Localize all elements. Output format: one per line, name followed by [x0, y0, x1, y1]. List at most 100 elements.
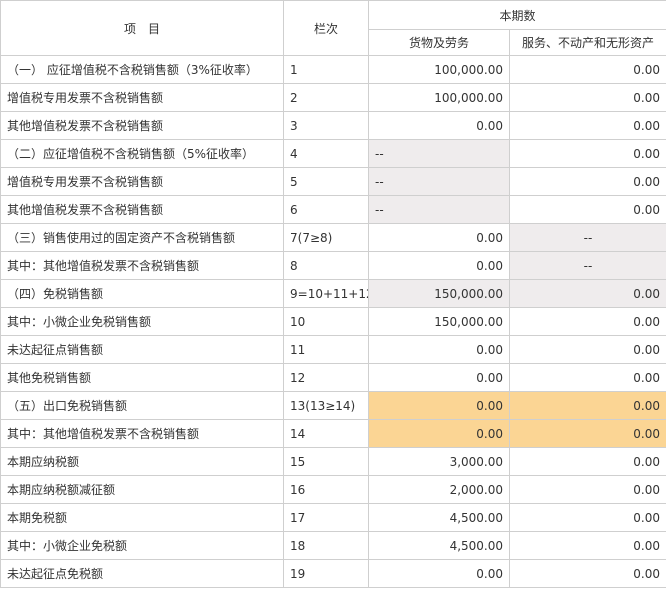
- table-row: 未达起征点销售额 11 0.00 0.00: [0, 335, 666, 364]
- header-services-property: 服务、不动产和无形资产: [508, 29, 666, 56]
- table-row: 本期应纳税额 15 3,000.00 0.00: [0, 447, 666, 476]
- table-row: 其中：小微企业免税销售额 10 150,000.00 0.00: [0, 307, 666, 336]
- row-item-label: 本期应纳税额: [0, 447, 284, 476]
- table-row: 其他增值税发票不含税销售额 3 0.00 0.00: [0, 111, 666, 140]
- goods-amount-cell: --: [368, 195, 510, 224]
- row-seq: 2: [283, 83, 369, 112]
- goods-amount-cell[interactable]: 0.00: [368, 559, 510, 588]
- goods-amount-cell[interactable]: 0.00: [368, 363, 510, 392]
- row-seq: 9=10+11+12: [283, 279, 369, 308]
- goods-amount-cell[interactable]: 4,500.00: [368, 531, 510, 560]
- row-item-label: 未达起征点免税额: [0, 559, 284, 588]
- services-amount-cell[interactable]: 0.00: [508, 391, 666, 420]
- goods-amount-cell[interactable]: 0.00: [368, 111, 510, 140]
- services-amount-cell[interactable]: 0.00: [508, 363, 666, 392]
- goods-amount-cell[interactable]: 100,000.00: [368, 55, 510, 84]
- goods-amount-cell[interactable]: 4,500.00: [368, 503, 510, 532]
- row-item-label: 其中：其他增值税发票不含税销售额: [0, 251, 284, 280]
- services-amount-cell[interactable]: 0.00: [508, 307, 666, 336]
- row-item-label: （五）出口免税销售额: [0, 391, 284, 420]
- row-seq: 6: [283, 195, 369, 224]
- table-row: 增值税专用发票不含税销售额 5 -- 0.00: [0, 167, 666, 196]
- goods-amount-cell[interactable]: 2,000.00: [368, 475, 510, 504]
- table-row: 增值税专用发票不含税销售额 2 100,000.00 0.00: [0, 83, 666, 112]
- table-row: 其中：小微企业免税额 18 4,500.00 0.00: [0, 531, 666, 560]
- row-item-label: 未达起征点销售额: [0, 335, 284, 364]
- table-row: 本期免税额 17 4,500.00 0.00: [0, 503, 666, 532]
- row-item-label: 其他增值税发票不含税销售额: [0, 195, 284, 224]
- row-seq: 4: [283, 139, 369, 168]
- table-row: 本期应纳税额减征额 16 2,000.00 0.00: [0, 475, 666, 504]
- table-row: 其中：其他增值税发票不含税销售额 8 0.00 --: [0, 251, 666, 280]
- row-item-label: 本期免税额: [0, 503, 284, 532]
- row-seq: 1: [283, 55, 369, 84]
- services-amount-cell[interactable]: 0.00: [508, 83, 666, 112]
- row-item-label: （二）应征增值税不含税销售额（5%征收率）: [0, 139, 284, 168]
- goods-amount-cell[interactable]: 3,000.00: [368, 447, 510, 476]
- services-amount-cell[interactable]: 0.00: [508, 475, 666, 504]
- table-row: （四）免税销售额 9=10+11+12 150,000.00 0.00: [0, 279, 666, 308]
- row-item-label: 本期应纳税额减征额: [0, 475, 284, 504]
- row-seq: 13(13≥14): [283, 391, 369, 420]
- row-item-label: 增值税专用发票不含税销售额: [0, 83, 284, 112]
- row-seq: 10: [283, 307, 369, 336]
- goods-amount-cell[interactable]: 0.00: [368, 335, 510, 364]
- services-amount-cell[interactable]: 0.00: [508, 447, 666, 476]
- row-item-label: （四）免税销售额: [0, 279, 284, 308]
- row-seq: 11: [283, 335, 369, 364]
- table-row: 其他增值税发票不含税销售额 6 -- 0.00: [0, 195, 666, 224]
- table-row: 其他免税销售额 12 0.00 0.00: [0, 363, 666, 392]
- row-item-label: （一） 应征增值税不含税销售额（3%征收率）: [0, 55, 284, 84]
- goods-amount-cell: --: [368, 139, 510, 168]
- goods-amount-cell: 150,000.00: [368, 279, 510, 308]
- row-seq: 16: [283, 475, 369, 504]
- tax-return-table: 项 目 栏次 本期数 货物及劳务 服务、不动产和无形资产 （一） 应征增值税不含…: [0, 0, 666, 588]
- table-body: （一） 应征增值税不含税销售额（3%征收率） 1 100,000.00 0.00 增值税…: [0, 55, 666, 588]
- row-seq: 5: [283, 167, 369, 196]
- goods-amount-cell[interactable]: 0.00: [368, 419, 510, 448]
- row-seq: 12: [283, 363, 369, 392]
- services-amount-cell[interactable]: 0.00: [508, 335, 666, 364]
- header-goods-services: 货物及劳务: [368, 29, 510, 56]
- services-amount-cell[interactable]: 0.00: [508, 167, 666, 196]
- row-seq: 19: [283, 559, 369, 588]
- services-amount-cell[interactable]: 0.00: [508, 55, 666, 84]
- services-amount-cell: --: [508, 223, 666, 252]
- goods-amount-cell[interactable]: 0.00: [368, 223, 510, 252]
- table-row: 其中：其他增值税发票不含税销售额 14 0.00 0.00: [0, 419, 666, 448]
- header-seq: 栏次: [283, 0, 369, 56]
- row-item-label: 其中：小微企业免税额: [0, 531, 284, 560]
- services-amount-cell[interactable]: 0.00: [508, 419, 666, 448]
- row-item-label: 其中：小微企业免税销售额: [0, 307, 284, 336]
- row-seq: 3: [283, 111, 369, 140]
- row-seq: 7(7≥8): [283, 223, 369, 252]
- row-item-label: （三）销售使用过的固定资产不含税销售额: [0, 223, 284, 252]
- row-seq: 14: [283, 419, 369, 448]
- services-amount-cell: --: [508, 251, 666, 280]
- services-amount-cell[interactable]: 0.00: [508, 195, 666, 224]
- header-item: 项 目: [0, 0, 284, 56]
- row-seq: 15: [283, 447, 369, 476]
- table-row: 未达起征点免税额 19 0.00 0.00: [0, 559, 666, 588]
- table-row: （二）应征增值税不含税销售额（5%征收率） 4 -- 0.00: [0, 139, 666, 168]
- services-amount-cell[interactable]: 0.00: [508, 503, 666, 532]
- goods-amount-cell[interactable]: 150,000.00: [368, 307, 510, 336]
- goods-amount-cell: --: [368, 167, 510, 196]
- row-seq: 18: [283, 531, 369, 560]
- services-amount-cell[interactable]: 0.00: [508, 531, 666, 560]
- row-item-label: 其他免税销售额: [0, 363, 284, 392]
- header-current-period: 本期数: [367, 0, 666, 30]
- services-amount-cell[interactable]: 0.00: [508, 139, 666, 168]
- row-item-label: 增值税专用发票不含税销售额: [0, 167, 284, 196]
- table-row: （一） 应征增值税不含税销售额（3%征收率） 1 100,000.00 0.00: [0, 55, 666, 84]
- table-row: （三）销售使用过的固定资产不含税销售额 7(7≥8) 0.00 --: [0, 223, 666, 252]
- row-item-label: 其他增值税发票不含税销售额: [0, 111, 284, 140]
- services-amount-cell[interactable]: 0.00: [508, 111, 666, 140]
- services-amount-cell: 0.00: [508, 279, 666, 308]
- goods-amount-cell[interactable]: 0.00: [368, 391, 510, 420]
- table-row: （五）出口免税销售额 13(13≥14) 0.00 0.00: [0, 391, 666, 420]
- goods-amount-cell[interactable]: 0.00: [368, 251, 510, 280]
- row-item-label: 其中：其他增值税发票不含税销售额: [0, 419, 284, 448]
- services-amount-cell[interactable]: 0.00: [508, 559, 666, 588]
- goods-amount-cell[interactable]: 100,000.00: [368, 83, 510, 112]
